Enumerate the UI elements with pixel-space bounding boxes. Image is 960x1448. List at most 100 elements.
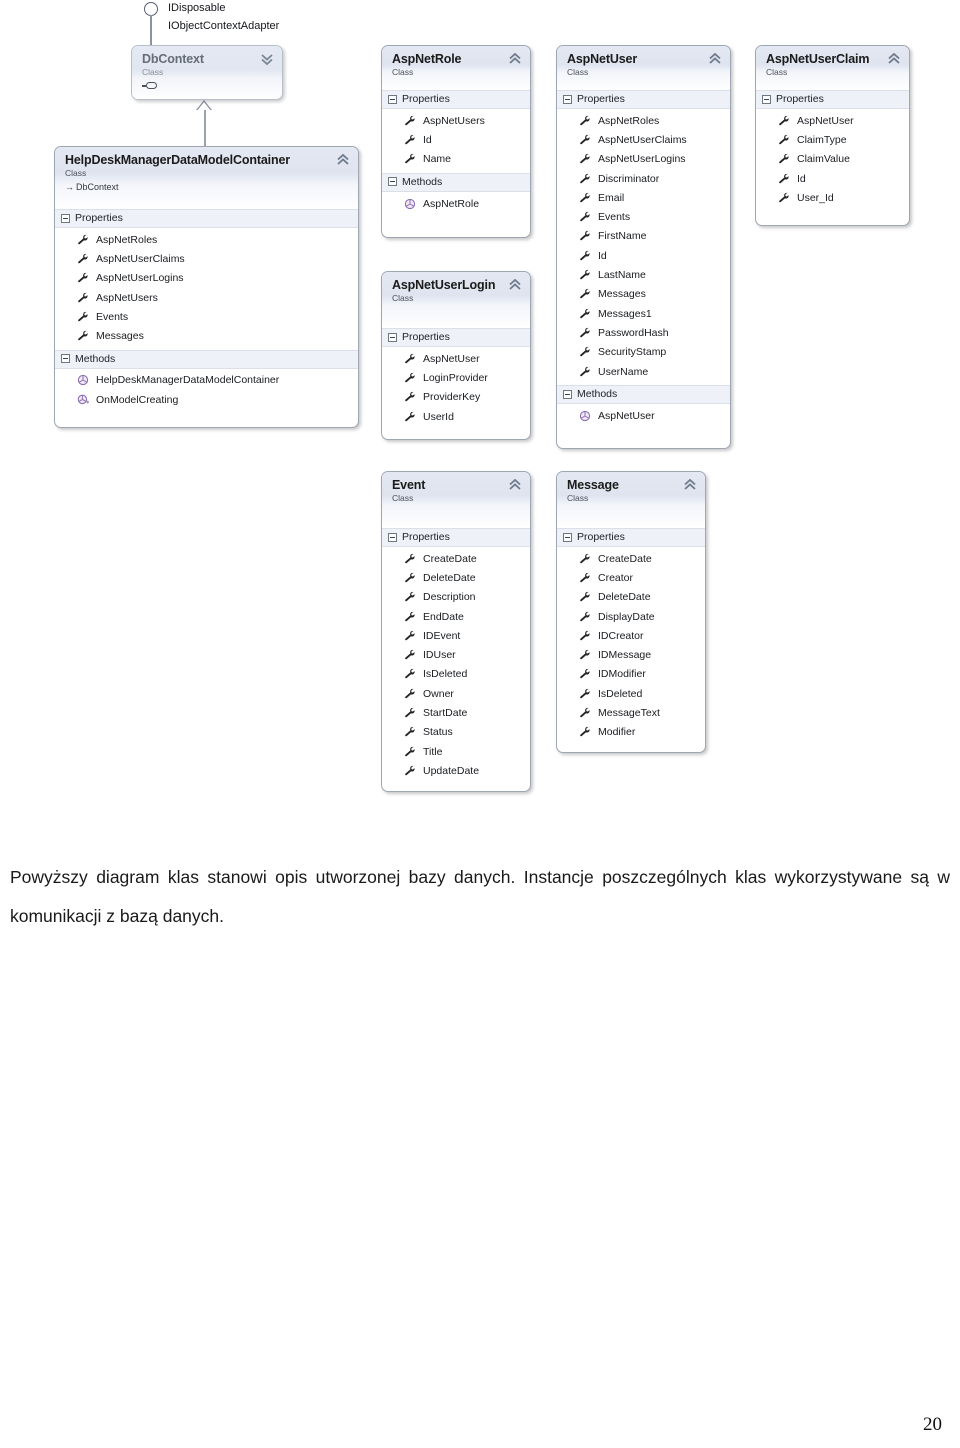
compartment-header-methods[interactable]: Methods	[55, 349, 358, 369]
chevron-up-icon[interactable]	[683, 478, 697, 492]
list-item[interactable]: SecurityStamp	[557, 343, 730, 362]
list-item[interactable]: AspNetUserLogins	[55, 269, 358, 288]
list-item[interactable]: LastName	[557, 265, 730, 284]
chevron-up-icon[interactable]	[336, 153, 350, 167]
list-item[interactable]: Id	[557, 246, 730, 265]
list-item[interactable]: EndDate	[382, 607, 530, 626]
list-item[interactable]: AspNetUserClaims	[55, 249, 358, 268]
list-item[interactable]: Title	[382, 742, 530, 761]
list-item[interactable]: ProviderKey	[382, 388, 530, 407]
list-item[interactable]: Email	[557, 188, 730, 207]
class-box-aspnetuserlogin[interactable]: AspNetUserLogin Class Properties AspNetU…	[381, 271, 531, 440]
list-item[interactable]: DisplayDate	[557, 607, 705, 626]
list-item[interactable]: AspNetUsers	[55, 288, 358, 307]
property-wrench-icon	[404, 707, 416, 719]
list-item[interactable]: User_Id	[756, 188, 909, 207]
list-item[interactable]: IsDeleted	[557, 684, 705, 703]
list-item[interactable]: IsDeleted	[382, 665, 530, 684]
list-item[interactable]: AspNetRoles	[557, 111, 730, 130]
list-item[interactable]: Creator	[557, 568, 705, 587]
compartment-header-properties[interactable]: Properties	[382, 90, 530, 109]
list-item[interactable]: AspNetUsers	[382, 111, 530, 130]
list-item[interactable]: Id	[756, 169, 909, 188]
list-item[interactable]: ClaimType	[756, 130, 909, 149]
chevron-up-icon[interactable]	[508, 478, 522, 492]
class-box-aspnetuserclaim[interactable]: AspNetUserClaim Class Properties AspNetU…	[755, 45, 910, 226]
collapse-minus-icon[interactable]	[388, 94, 397, 104]
list-item[interactable]: IDEvent	[382, 626, 530, 645]
collapse-minus-icon[interactable]	[563, 94, 572, 104]
list-item[interactable]: AspNetRole	[382, 194, 530, 213]
list-item[interactable]: IDModifier	[557, 665, 705, 684]
compartment-header-methods[interactable]: Methods	[382, 172, 530, 192]
list-item[interactable]: StartDate	[382, 703, 530, 722]
compartment-header-methods[interactable]: Methods	[557, 385, 730, 405]
inheritance-arrow-icon: →	[65, 182, 74, 192]
compartment-header-properties[interactable]: Properties	[382, 328, 530, 347]
list-item[interactable]: UserId	[382, 407, 530, 426]
list-item[interactable]: CreateDate	[382, 549, 530, 568]
list-item[interactable]: Messages	[557, 285, 730, 304]
compartment-header-properties[interactable]: Properties	[756, 90, 909, 109]
chevron-up-icon[interactable]	[508, 52, 522, 66]
list-item[interactable]: PasswordHash	[557, 323, 730, 342]
compartment-header-properties[interactable]: Properties	[557, 528, 705, 547]
list-item[interactable]: IDMessage	[557, 645, 705, 664]
list-item[interactable]: AspNetUserLogins	[557, 150, 730, 169]
collapse-minus-icon[interactable]	[61, 213, 70, 223]
class-box-aspnetuser[interactable]: AspNetUser Class Properties AspNetRoles …	[556, 45, 731, 449]
list-item[interactable]: CreateDate	[557, 549, 705, 568]
compartment-header-properties[interactable]: Properties	[382, 528, 530, 547]
property-name: ClaimType	[797, 133, 847, 146]
collapse-minus-icon[interactable]	[61, 354, 70, 364]
list-item[interactable]: UpdateDate	[382, 761, 530, 780]
class-box-helpdeskmanagerdatamodelcontainer[interactable]: HelpDeskManagerDataModelContainer Class …	[54, 146, 359, 428]
chevron-up-icon[interactable]	[887, 52, 901, 66]
list-item[interactable]: Messages	[55, 326, 358, 345]
list-item[interactable]: * OnModelCreating	[55, 390, 358, 409]
class-box-event[interactable]: Event Class Properties CreateDate Delete…	[381, 471, 531, 792]
list-item[interactable]: DeleteDate	[557, 588, 705, 607]
list-item[interactable]: Events	[557, 207, 730, 226]
collapse-minus-icon[interactable]	[388, 177, 397, 187]
list-item[interactable]: Description	[382, 588, 530, 607]
list-item[interactable]: Modifier	[557, 723, 705, 742]
list-item[interactable]: IDUser	[382, 645, 530, 664]
chevron-down-icon[interactable]	[260, 52, 274, 66]
compartment-header-properties[interactable]: Properties	[55, 209, 358, 228]
compartment-header-properties[interactable]: Properties	[557, 90, 730, 109]
list-item[interactable]: IDCreator	[557, 626, 705, 645]
list-item[interactable]: Status	[382, 723, 530, 742]
collapse-minus-icon[interactable]	[762, 94, 771, 104]
collapse-minus-icon[interactable]	[388, 532, 397, 542]
property-name: IsDeleted	[423, 668, 468, 681]
list-item[interactable]: HelpDeskManagerDataModelContainer	[55, 371, 358, 390]
property-wrench-icon	[579, 115, 591, 127]
list-item[interactable]: Owner	[382, 684, 530, 703]
list-item[interactable]: LoginProvider	[382, 368, 530, 387]
chevron-up-icon[interactable]	[508, 278, 522, 292]
list-item[interactable]: Discriminator	[557, 169, 730, 188]
list-item[interactable]: DeleteDate	[382, 568, 530, 587]
property-wrench-icon	[579, 649, 591, 661]
collapse-minus-icon[interactable]	[388, 332, 397, 342]
list-item[interactable]: AspNetUser	[756, 111, 909, 130]
class-box-aspnetrole[interactable]: AspNetRole Class Properties AspNetUsers	[381, 45, 531, 238]
collapse-minus-icon[interactable]	[563, 389, 572, 399]
list-item[interactable]: UserName	[557, 362, 730, 381]
class-box-dbcontext[interactable]: DbContext Class	[131, 45, 283, 100]
list-item[interactable]: FirstName	[557, 227, 730, 246]
list-item[interactable]: MessageText	[557, 703, 705, 722]
collapse-minus-icon[interactable]	[563, 532, 572, 542]
class-box-message[interactable]: Message Class Properties CreateDate Crea…	[556, 471, 706, 753]
list-item[interactable]: Messages1	[557, 304, 730, 323]
list-item[interactable]: AspNetRoles	[55, 230, 358, 249]
list-item[interactable]: ClaimValue	[756, 150, 909, 169]
chevron-up-icon[interactable]	[708, 52, 722, 66]
list-item[interactable]: Id	[382, 130, 530, 149]
list-item[interactable]: Events	[55, 307, 358, 326]
list-item[interactable]: AspNetUser	[557, 406, 730, 425]
list-item[interactable]: Name	[382, 150, 530, 169]
list-item[interactable]: AspNetUser	[382, 349, 530, 368]
list-item[interactable]: AspNetUserClaims	[557, 130, 730, 149]
